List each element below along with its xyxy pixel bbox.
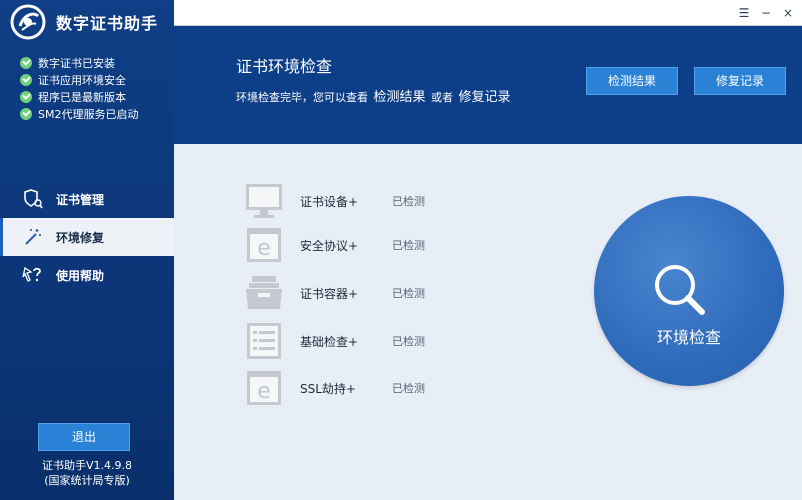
status-item: 程序已是最新版本: [20, 88, 138, 105]
sidebar-item-env-repair[interactable]: 环境修复: [0, 218, 174, 256]
sidebar: 数字证书助手 数字证书已安装 证书应用环境安全 程序已是最新版本 SM2代理服务…: [0, 0, 174, 500]
record-link[interactable]: 修复记录: [459, 90, 511, 105]
check-item-status: 已检测: [392, 287, 425, 300]
sidebar-item-help[interactable]: 使用帮助: [0, 256, 174, 294]
status-item: SM2代理服务已启动: [20, 105, 138, 122]
brand: 数字证书助手: [10, 4, 158, 40]
subtitle-text: 环境检查完毕，您可以查看: [236, 91, 368, 104]
check-item-status: 已检测: [392, 335, 425, 348]
version-info: 证书助手V1.4.9.8 (国家统计局专版): [0, 458, 174, 488]
svg-text:e: e: [257, 379, 271, 404]
version-text: 证书助手V1.4.9.8: [41, 459, 132, 472]
sidebar-item-label: 使用帮助: [56, 268, 105, 283]
help-question-icon: [22, 264, 44, 286]
sidebar-item-cert-manage[interactable]: 证书管理: [0, 180, 174, 218]
edition-text: (国家统计局专版): [44, 474, 130, 487]
certificate-shield-icon: [22, 188, 44, 210]
status-text: 程序已是最新版本: [38, 90, 126, 104]
page-title: 证书环境检查: [236, 57, 333, 76]
check-item-status: 已检测: [392, 239, 425, 252]
close-icon[interactable]: ×: [780, 6, 796, 20]
check-item-status: 已检测: [392, 195, 425, 208]
status-text: SM2代理服务已启动: [38, 107, 139, 121]
window-titlebar: ☰ − ×: [174, 0, 802, 26]
magic-wand-icon: [22, 226, 44, 248]
magnifier-icon: [655, 265, 705, 315]
check-item-status: 已检测: [392, 382, 425, 395]
subtitle-text: 或者: [431, 91, 454, 104]
browser-e-icon: e: [242, 366, 286, 410]
repair-record-button[interactable]: 修复记录: [694, 67, 786, 95]
status-item: 证书应用环境安全: [20, 71, 138, 88]
container-box-icon: [242, 271, 286, 315]
main-content: 证书设备+ 已检测 e 安全协议+ 已检测 证书容器+ 已检测 基础检查+ 已检…: [174, 144, 802, 500]
page-subtitle: 环境检查完毕，您可以查看 检测结果 或者 修复记录: [236, 86, 513, 105]
minimize-icon[interactable]: −: [758, 6, 774, 20]
check-item-label[interactable]: 基础检查+: [300, 333, 392, 350]
check-item-security-protocol: e 安全协议+ 已检测: [242, 223, 425, 267]
check-result-button[interactable]: 检测结果: [586, 67, 678, 95]
checklist-icon: [242, 319, 286, 363]
svg-text:e: e: [257, 236, 271, 261]
check-item-cert-device: 证书设备+ 已检测: [242, 179, 425, 223]
check-item-label[interactable]: SSL劫持+: [300, 380, 392, 397]
check-item-label[interactable]: 证书容器+: [300, 285, 392, 302]
result-link[interactable]: 检测结果: [374, 90, 426, 105]
status-text: 数字证书已安装: [38, 56, 115, 70]
check-icon: [20, 56, 32, 69]
check-item-cert-container: 证书容器+ 已检测: [242, 271, 425, 315]
page-header: 证书环境检查 环境检查完毕，您可以查看 检测结果 或者 修复记录 检测结果 修复…: [174, 26, 802, 144]
check-item-label[interactable]: 证书设备+: [300, 193, 392, 210]
status-text: 证书应用环境安全: [38, 73, 126, 87]
status-list: 数字证书已安装 证书应用环境安全 程序已是最新版本 SM2代理服务已启动: [20, 54, 138, 122]
check-item-basic-check: 基础检查+ 已检测: [242, 319, 425, 363]
check-item-label[interactable]: 安全协议+: [300, 237, 392, 254]
logout-button[interactable]: 退出: [38, 423, 130, 451]
status-item: 数字证书已安装: [20, 54, 138, 71]
menu-icon[interactable]: ☰: [736, 6, 752, 20]
check-icon: [20, 73, 32, 86]
env-check-label: 环境检查: [656, 328, 721, 347]
sidebar-item-label: 证书管理: [56, 192, 105, 207]
sidebar-item-label: 环境修复: [56, 230, 105, 245]
sidebar-nav: 证书管理 环境修复 使用帮助: [0, 180, 174, 294]
app-logo-icon: [10, 4, 46, 40]
env-check-button[interactable]: 环境检查: [594, 196, 784, 386]
window-controls: ☰ − ×: [736, 0, 796, 26]
check-icon: [20, 90, 32, 103]
check-icon: [20, 107, 32, 120]
browser-e-icon: e: [242, 223, 286, 267]
check-item-ssl-hijack: e SSL劫持+ 已检测: [242, 366, 425, 410]
app-title: 数字证书助手: [56, 14, 159, 33]
monitor-icon: [242, 179, 286, 223]
